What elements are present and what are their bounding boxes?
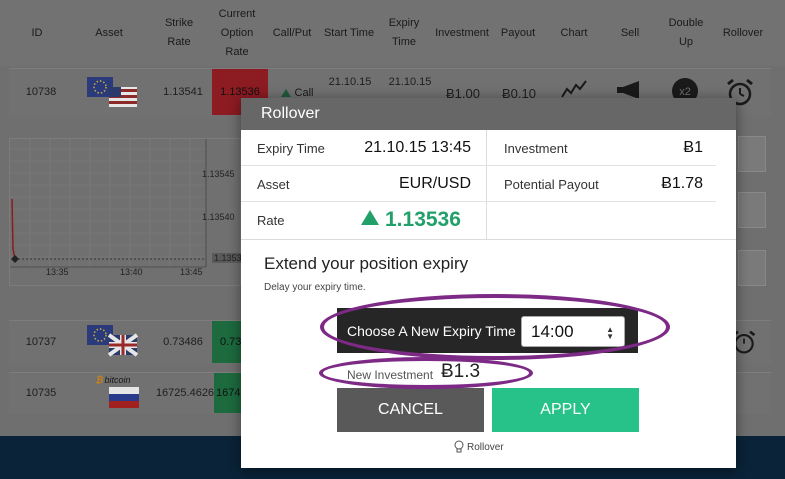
side-button[interactable]: [738, 192, 766, 228]
asset-value: EUR/USD: [398, 175, 471, 192]
payout-label: Potential Payout: [504, 177, 599, 192]
price-chart: 1.13545 1.13540 1.1353 13:35 13:40 13:45: [9, 138, 244, 286]
col-expiry-time: Expiry Time: [388, 17, 420, 48]
russia-flag-icon: [109, 387, 139, 408]
up-arrow-icon: [361, 210, 379, 225]
col-current-rate: Current Option Rate: [218, 7, 256, 58]
payout-value: Ƀ1.78: [661, 175, 703, 192]
highlight-ellipse: [319, 357, 533, 389]
y-tick: 1.13540: [202, 212, 235, 222]
start-time: 21.10.15: [328, 76, 372, 88]
col-asset: Asset: [95, 26, 123, 39]
asset-label: Asset: [257, 177, 290, 192]
col-strike-rate: Strike Rate: [164, 17, 194, 48]
highlight-ellipse: [320, 294, 670, 360]
dialog-title: Rollover: [241, 98, 736, 130]
current-price-tag: 1.1353: [212, 253, 244, 263]
strike-rate: 0.73486: [163, 336, 203, 348]
trade-id: 10735: [25, 387, 57, 399]
expiry-time: 21.10.15: [388, 76, 432, 88]
x-tick: 13:45: [180, 267, 203, 277]
col-chart: Chart: [560, 26, 588, 39]
strike-rate: 16725.4626: [155, 387, 215, 399]
apply-button[interactable]: APPLY: [492, 388, 639, 432]
x-tick: 13:35: [46, 267, 69, 277]
x-tick: 13:40: [120, 267, 143, 277]
col-call-put: Call/Put: [272, 26, 312, 39]
col-start-time: Start Time: [323, 26, 375, 39]
expiry-time-value: 21.10.15 13:45: [364, 139, 471, 156]
eur-usd-flag-icon: [87, 77, 137, 107]
table-header: ID Asset Strike Rate Current Option Rate…: [0, 0, 785, 66]
current-rate: 0.73: [212, 321, 242, 363]
current-rate: 16748: [214, 373, 247, 413]
expiry-time-label: Expiry Time: [257, 141, 325, 156]
side-button[interactable]: [738, 136, 766, 172]
up-arrow-icon: [280, 89, 291, 97]
col-rollover: Rollover: [722, 26, 764, 39]
col-sell: Sell: [620, 26, 640, 39]
col-payout: Payout: [500, 26, 536, 39]
section-subtitle: Delay your expiry time.: [264, 282, 366, 293]
bitcoin-icon: ₿: [95, 375, 104, 385]
col-investment: Investment: [435, 26, 489, 39]
col-id: ID: [31, 26, 43, 39]
section-title: Extend your position expiry: [264, 254, 469, 273]
lightbulb-icon: [454, 440, 464, 453]
col-double-up: Double Up: [668, 17, 704, 48]
rate-value: 1.13536: [361, 208, 461, 232]
position-summary: Expiry Time 21.10.15 13:45 Asset EUR/USD…: [241, 130, 736, 240]
trade-id: 10738: [25, 86, 57, 98]
svg-text:x2: x2: [679, 86, 691, 98]
chart-icon[interactable]: [561, 79, 587, 99]
side-button[interactable]: [738, 250, 766, 286]
trade-id: 10737: [25, 336, 57, 348]
y-tick: 1.13545: [202, 169, 235, 179]
rollover-dialog: Rollover Expiry Time 21.10.15 13:45 Asse…: [241, 98, 736, 468]
investment-label: Investment: [504, 141, 568, 156]
strike-rate: 1.13541: [163, 86, 203, 98]
cancel-button[interactable]: CANCEL: [337, 388, 484, 432]
eur-gbp-flag-icon: [87, 325, 139, 357]
investment-value: Ƀ1: [683, 139, 703, 156]
rollover-help-link[interactable]: Rollover: [454, 440, 504, 454]
rate-label: Rate: [257, 213, 285, 228]
